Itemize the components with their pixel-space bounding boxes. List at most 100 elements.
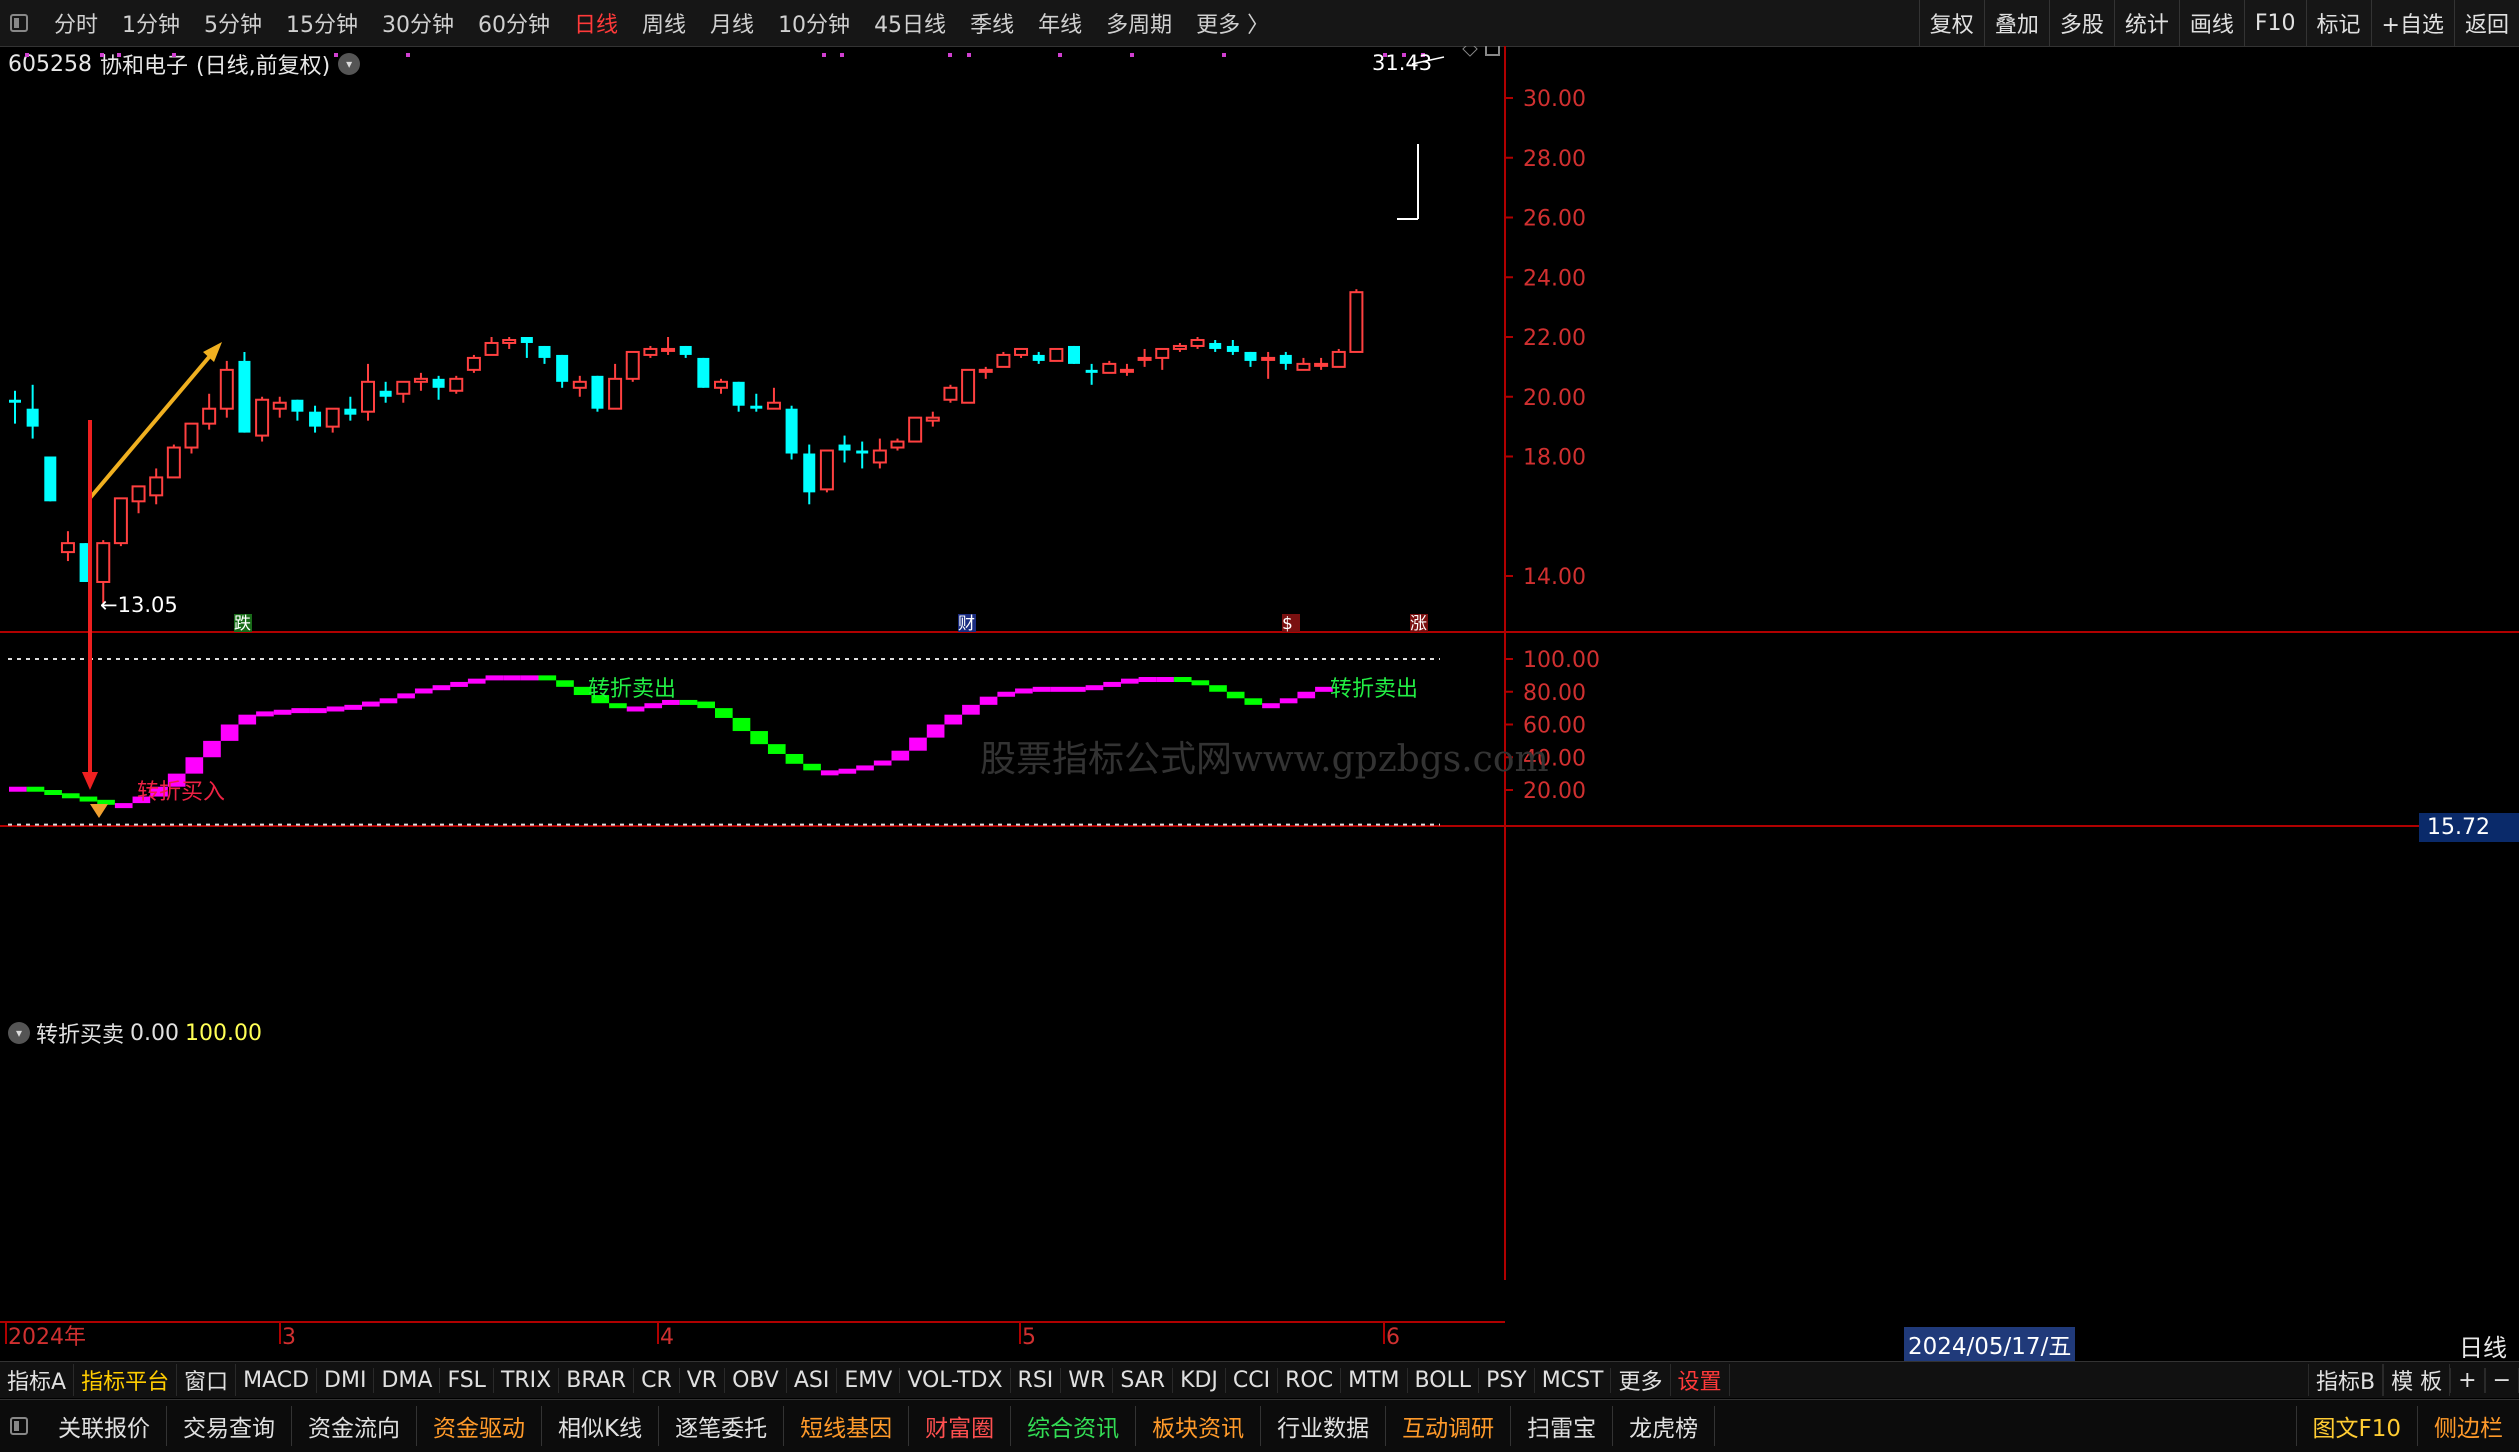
indicator-bar <box>767 744 786 754</box>
buy-signal-icon <box>90 804 108 818</box>
nav-item[interactable]: 资金流向 <box>292 1406 417 1446</box>
nav-item[interactable]: 短线基因 <box>784 1406 910 1446</box>
nav-item[interactable]: 相似K线 <box>542 1406 660 1446</box>
indicator-bar <box>1297 691 1316 699</box>
toolbar-button[interactable]: 画线 <box>2178 0 2244 46</box>
toolbar-button[interactable]: 标记 <box>2305 0 2371 46</box>
indicator-tab-right[interactable]: − <box>2484 1367 2519 1393</box>
nav-item[interactable]: 逐笔委托 <box>659 1406 785 1446</box>
indicator-tab[interactable]: MCST <box>1535 1367 1612 1393</box>
chevron-down-icon[interactable]: ▾ <box>8 1022 30 1044</box>
tab-period[interactable]: 周线 <box>630 7 698 39</box>
candle-body-down <box>538 345 551 358</box>
indicator-tab[interactable]: SAR <box>1113 1367 1174 1393</box>
candle-body-down <box>1279 354 1292 364</box>
toolbar-button[interactable]: 复权 <box>1918 0 1984 46</box>
indicator-tab[interactable]: 指标A <box>0 1364 75 1396</box>
candle-body-down <box>1068 345 1080 364</box>
nav-item[interactable]: 资金驱动 <box>417 1406 542 1446</box>
nav-item[interactable]: 行业数据 <box>1261 1406 1387 1446</box>
indicator-tab[interactable]: VOL-TDX <box>900 1367 1011 1393</box>
tab-period[interactable]: 月线 <box>698 7 766 39</box>
nav-item[interactable]: 交易查询 <box>167 1406 292 1446</box>
indicator-tab[interactable]: VR <box>680 1367 726 1393</box>
toolbar-button[interactable]: +自选 <box>2370 0 2454 46</box>
indicator-tab[interactable]: CR <box>634 1367 680 1393</box>
nav-item[interactable]: 关联报价 <box>42 1406 167 1446</box>
tab-period[interactable]: 1分钟 <box>110 7 192 39</box>
high-price-label: 31.43 <box>1372 51 1432 75</box>
nav-item[interactable]: 板块资讯 <box>1136 1406 1262 1446</box>
indicator-tab[interactable]: 指标平台 <box>74 1364 178 1396</box>
toolbar-button[interactable]: 多股 <box>2048 0 2114 46</box>
indicator-bar <box>979 696 998 705</box>
nav-item[interactable]: 综合资讯 <box>1011 1406 1137 1446</box>
indicator-tab[interactable]: BRAR <box>559 1367 635 1393</box>
nav-item-right[interactable]: 侧边栏 <box>2417 1406 2519 1446</box>
tab-period[interactable]: 日线 <box>562 7 630 39</box>
toolbar-button[interactable]: F10 <box>2243 0 2306 46</box>
indicator-bar <box>750 731 768 745</box>
indicator-value-a: 0.00 <box>130 1020 179 1046</box>
tab-period[interactable]: 分时 <box>42 7 110 39</box>
candle-body-up <box>1137 356 1152 361</box>
indicator-tab[interactable]: FSL <box>440 1367 494 1393</box>
nav-item[interactable]: 财富圈 <box>909 1406 1012 1446</box>
indicator-bar <box>1209 685 1227 692</box>
indicator-tab[interactable]: 更多 <box>1611 1364 1671 1396</box>
price-axis-label: 20.00 <box>1523 386 1586 411</box>
candle-body-up <box>1155 347 1170 359</box>
indicator-tab[interactable]: ROC <box>1278 1367 1342 1393</box>
tab-period[interactable]: 季线 <box>958 7 1026 39</box>
indicator-tab[interactable]: PSY <box>1479 1367 1535 1393</box>
tab-period[interactable]: 45日线 <box>862 7 958 39</box>
indicator-bar <box>520 675 539 681</box>
toolbar-button[interactable]: 统计 <box>2113 0 2179 46</box>
time-axis-label: 3 <box>282 1325 296 1350</box>
indicator-tab[interactable]: MTM <box>1341 1367 1408 1393</box>
toolbar-button[interactable]: 叠加 <box>1983 0 2049 46</box>
tab-period[interactable]: 5分钟 <box>192 7 274 39</box>
indicator-tab[interactable]: WR <box>1061 1367 1114 1393</box>
current-price-tag: 15.72 <box>2419 813 2519 842</box>
nav-item-right[interactable]: 图文F10 <box>2295 1406 2418 1446</box>
indicator-tab[interactable]: RSI <box>1011 1367 1062 1393</box>
candle-body-up <box>113 497 128 545</box>
toolbar-button[interactable]: 返回 <box>2453 0 2519 46</box>
indicator-tab[interactable]: BOLL <box>1408 1367 1480 1393</box>
tab-period[interactable]: 15分钟 <box>274 7 370 39</box>
nav-item[interactable]: 龙虎榜 <box>1613 1406 1716 1446</box>
indicator-tab[interactable]: 设置 <box>1671 1364 1730 1396</box>
tab-period[interactable]: 10分钟 <box>766 7 862 39</box>
indicator-bar <box>1068 686 1086 692</box>
indicator-tab[interactable]: MACD <box>236 1367 318 1393</box>
tab-period[interactable]: 更多 〉 <box>1184 7 1281 39</box>
indicator-tab[interactable]: EMV <box>837 1367 901 1393</box>
indicator-tab[interactable]: ASI <box>787 1367 838 1393</box>
indicator-tab[interactable]: 窗口 <box>177 1364 237 1396</box>
nav-item[interactable]: 互动调研 <box>1386 1406 1512 1446</box>
indicator-tab-right[interactable]: 指标B <box>2308 1364 2384 1396</box>
nav-item[interactable]: 扫雷宝 <box>1511 1406 1614 1446</box>
indicator-tab[interactable]: DMA <box>374 1367 441 1393</box>
indicator-tab[interactable]: TRIX <box>494 1367 560 1393</box>
candle-body-up <box>184 422 199 449</box>
tab-period[interactable]: 多周期 <box>1094 7 1184 39</box>
indicator-tab-right[interactable]: + <box>2450 1367 2485 1393</box>
indicator-tab-right[interactable]: 模 板 <box>2383 1364 2451 1396</box>
tab-period[interactable]: 60分钟 <box>466 7 562 39</box>
tab-period[interactable]: 年线 <box>1026 7 1094 39</box>
indicator-tab[interactable]: KDJ <box>1173 1367 1226 1393</box>
candle-body-up <box>202 407 217 425</box>
indicator-tab[interactable]: DMI <box>317 1367 375 1393</box>
candle-body-up <box>413 377 428 383</box>
tab-period[interactable]: 30分钟 <box>370 7 466 39</box>
indicator-bar <box>926 724 945 738</box>
indicator-tab[interactable]: CCI <box>1226 1367 1279 1393</box>
kline-chart[interactable]: 30.0028.0026.0024.0022.0020.0018.0014.00… <box>0 46 2519 1361</box>
indicator-bar <box>1120 678 1139 684</box>
indicator-tab[interactable]: OBV <box>725 1367 787 1393</box>
nav-toggle-icon[interactable] <box>10 1417 28 1435</box>
panel-toggle-icon[interactable] <box>10 14 28 32</box>
signal-dot <box>840 53 844 57</box>
